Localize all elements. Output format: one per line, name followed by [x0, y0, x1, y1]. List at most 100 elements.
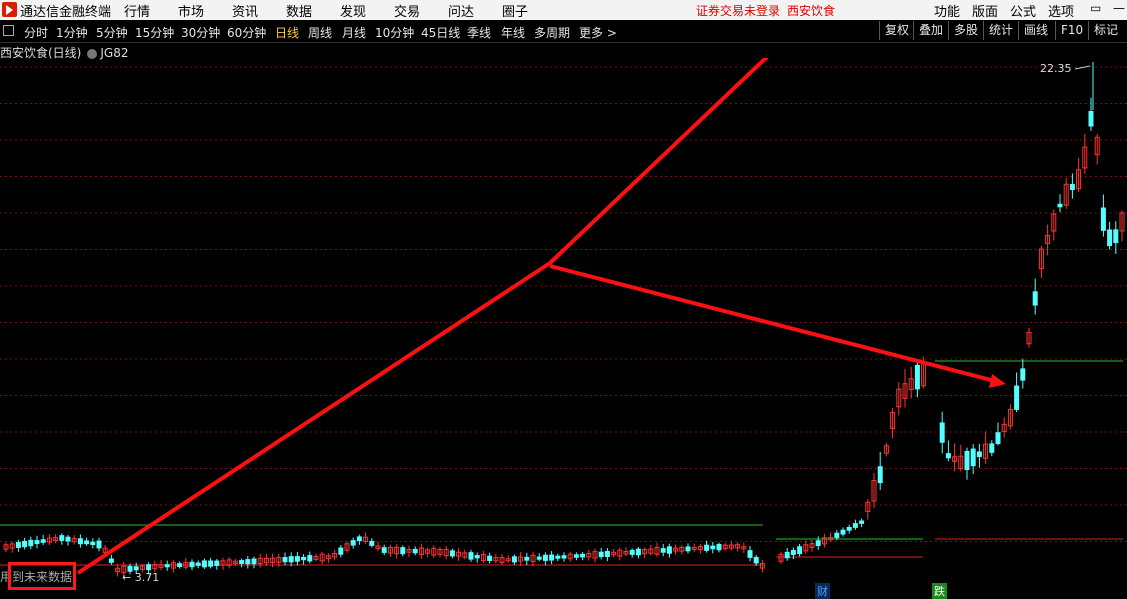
candle-body: [580, 553, 586, 558]
badge-die[interactable]: 跌: [932, 583, 947, 599]
menu-item-quanzi[interactable]: 圈子: [502, 1, 528, 20]
app-logo-icon: [2, 2, 17, 17]
menu-item-jiaoyi[interactable]: 交易: [394, 1, 420, 20]
indicator-dropdown-icon[interactable]: [87, 48, 98, 59]
low-price-label: ← 3.71: [122, 571, 160, 584]
candle-body: [604, 550, 610, 558]
candle-body: [964, 450, 970, 471]
period-season[interactable]: 季线: [467, 24, 491, 41]
current-stock-name[interactable]: 西安饮食: [787, 2, 835, 19]
candle-body: [449, 550, 455, 557]
login-notice[interactable]: 证券交易未登录: [696, 2, 780, 19]
period-30min[interactable]: 30分钟: [181, 24, 220, 41]
candle-body: [195, 562, 201, 566]
period-5min[interactable]: 5分钟: [96, 24, 128, 41]
candle-body: [294, 556, 300, 562]
candle-body: [356, 536, 362, 542]
candle-body: [834, 532, 840, 539]
menu-item-gongshi[interactable]: 公式: [1010, 1, 1036, 20]
tool-duogu[interactable]: 多股: [948, 21, 983, 40]
menu-item-shuju[interactable]: 数据: [286, 1, 312, 20]
candle-body: [1113, 229, 1119, 244]
candle-body: [288, 556, 294, 563]
app-title: 通达信金融终端: [20, 5, 112, 20]
candle-body: [710, 545, 716, 550]
menu-item-gongneng[interactable]: 功能: [934, 1, 960, 20]
candle-body: [784, 551, 790, 559]
menu-item-xuanxiang[interactable]: 选项: [1048, 1, 1074, 20]
period-60min[interactable]: 60分钟: [227, 24, 266, 41]
candle-body: [840, 529, 846, 535]
window-restore-icon[interactable]: ▭: [1090, 1, 1101, 15]
candle-body: [716, 544, 722, 551]
period-1min[interactable]: 1分钟: [56, 24, 88, 41]
period-month[interactable]: 月线: [342, 24, 366, 41]
candle-body: [468, 552, 474, 560]
candle-body: [524, 556, 530, 561]
candle-body: [598, 551, 604, 558]
menu-item-wenda[interactable]: 问达: [448, 1, 474, 20]
candle-body: [381, 547, 387, 553]
candle-body: [338, 547, 344, 555]
candle-body: [573, 554, 579, 558]
period-10min[interactable]: 10分钟: [375, 24, 414, 41]
menu-item-faxian[interactable]: 发现: [340, 1, 366, 20]
menu-item-hangqing[interactable]: 行情: [124, 1, 150, 20]
candle-body: [945, 453, 951, 459]
candle-body: [251, 558, 257, 565]
arrow-line-3: [549, 264, 996, 383]
candle-body: [164, 564, 170, 568]
candle-body: [77, 538, 83, 545]
candle-body: [28, 539, 34, 547]
window-minimize-icon[interactable]: —: [1113, 1, 1125, 15]
candle-body: [995, 432, 1001, 444]
badge-cai[interactable]: 财: [815, 583, 830, 599]
candle-body: [22, 540, 28, 548]
panel-toggle-icon[interactable]: [3, 25, 14, 36]
menu-item-shichang[interactable]: 市场: [178, 1, 204, 20]
period-week[interactable]: 周线: [308, 24, 332, 41]
candle-body: [970, 448, 976, 467]
candle-body: [214, 560, 220, 566]
candle-body: [474, 555, 480, 559]
period-year[interactable]: 年线: [501, 24, 525, 41]
candle-body: [561, 555, 567, 559]
tool-fuquan[interactable]: 复权: [879, 21, 914, 40]
period-15min[interactable]: 15分钟: [135, 24, 174, 41]
candle-body: [412, 548, 418, 554]
tool-biaoji[interactable]: 标记: [1088, 21, 1123, 40]
tool-huaxian[interactable]: 画线: [1018, 21, 1053, 40]
candle-body: [301, 556, 307, 561]
candle-body: [208, 560, 214, 567]
low-price-value: 3.71: [134, 571, 160, 584]
arrow-line-2: [548, 58, 769, 265]
candle-body: [859, 520, 865, 524]
period-more[interactable]: 更多 >: [579, 24, 617, 41]
period-fenshi[interactable]: 分时: [24, 24, 48, 41]
candle-body: [660, 548, 666, 553]
candle-body: [536, 556, 542, 560]
period-45day[interactable]: 45日线: [421, 24, 460, 41]
kline-chart[interactable]: [0, 58, 1127, 598]
candle-body: [704, 544, 710, 551]
tool-f10[interactable]: F10: [1055, 21, 1088, 40]
candle-body: [635, 548, 641, 556]
period-day[interactable]: 日线: [275, 24, 299, 41]
candle-body: [542, 554, 548, 561]
tool-diejia[interactable]: 叠加: [913, 21, 948, 40]
period-multi[interactable]: 多周期: [534, 24, 570, 41]
candle-body: [629, 549, 635, 555]
high-pointer: [1074, 65, 1091, 70]
candle-body: [133, 566, 139, 571]
candle-body: [555, 555, 561, 559]
menu-item-zixun[interactable]: 资讯: [232, 1, 258, 20]
candle-body: [59, 535, 65, 541]
candle-body: [747, 550, 753, 558]
candle-body: [1107, 229, 1113, 247]
menu-item-banmian[interactable]: 版面: [972, 1, 998, 20]
tool-tongji[interactable]: 统计: [983, 21, 1018, 40]
annotation-arrows: [76, 58, 1006, 575]
candle-body: [877, 466, 883, 484]
candle-body: [15, 542, 21, 548]
candle-body: [189, 561, 195, 568]
